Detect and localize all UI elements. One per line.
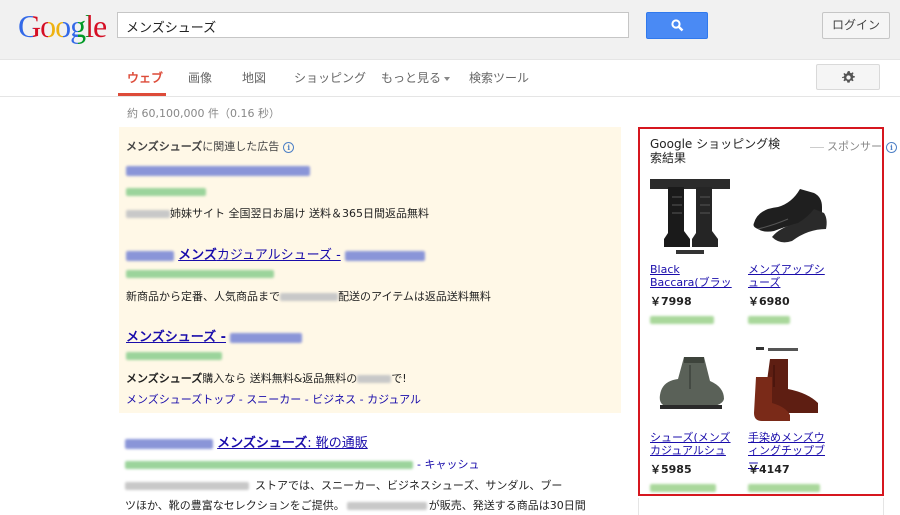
sponsor-divider xyxy=(810,146,824,148)
blurred-text xyxy=(357,375,392,383)
blurred-text xyxy=(126,165,310,176)
ad1-title[interactable] xyxy=(126,163,310,178)
tab-more-label: もっと見る xyxy=(381,71,442,85)
ads-header-query: メンズシューズ xyxy=(126,140,203,153)
blurred-text xyxy=(346,502,427,510)
login-button[interactable]: ログイン xyxy=(822,12,890,39)
ad3-desc-suffix: で! xyxy=(391,372,407,385)
top-bar: Google メンズシューズ ログイン xyxy=(0,0,900,60)
tab-search-tools[interactable]: 検索ツール xyxy=(469,69,529,86)
product-card[interactable]: シューズ(メンズカジュアルシュ ￥5985 xyxy=(650,347,738,497)
right-column-divider xyxy=(638,498,884,515)
product-price: ￥7998 xyxy=(650,295,692,308)
ad3-desc-mid: 購入なら 送料無料&返品無料の xyxy=(202,372,358,385)
product-price: ￥4147 xyxy=(748,463,790,476)
product-store xyxy=(748,315,790,326)
blurred-text xyxy=(126,270,274,278)
organic-desc-line1: ストアでは、スニーカー、ビジネスシューズ、サンダル、ブー xyxy=(125,477,562,493)
active-tab-indicator xyxy=(118,93,166,96)
product-image[interactable] xyxy=(748,179,828,257)
product-image[interactable] xyxy=(650,179,730,257)
blurred-text xyxy=(125,438,213,449)
ad3-desc: メンズシューズ購入なら 送料無料&返品無料の で! xyxy=(126,370,407,386)
blurred-text xyxy=(650,316,714,324)
product-card[interactable]: Black Baccara(ブラッ ￥7998 xyxy=(650,179,738,329)
product-store xyxy=(650,315,714,326)
ad1-url xyxy=(126,185,206,198)
sponsor-text: スポンサー xyxy=(827,140,882,153)
product-image[interactable] xyxy=(650,347,730,425)
blurred-text xyxy=(280,293,338,301)
result-stats: 約 60,100,000 件（0.16 秒） xyxy=(127,107,280,120)
tab-more[interactable]: もっと見る xyxy=(381,69,451,86)
blurred-text xyxy=(125,482,249,490)
ads-header: メンズシューズに関連した広告 i xyxy=(126,138,295,154)
product-price: ￥5985 xyxy=(650,463,692,476)
caret-down-icon xyxy=(444,76,451,81)
ad2-title-link[interactable]: メンズカジュアルシューズ - xyxy=(178,248,341,263)
info-icon[interactable]: i xyxy=(886,141,897,153)
product-image[interactable] xyxy=(748,347,828,425)
sponsor-label: スポンサー i xyxy=(810,138,897,154)
organic-result-link[interactable]: メンズシューズ: 靴の通販 xyxy=(217,436,368,451)
organic-result-url: - キャッシュ xyxy=(125,456,479,472)
tab-shopping[interactable]: ショッピング xyxy=(294,69,366,86)
ad2-desc: 新商品から定番、人気商品まで 配送のアイテムは返品送料無料 xyxy=(126,288,491,304)
settings-button[interactable] xyxy=(816,64,880,90)
ads-header-suffix: に関連した広告 xyxy=(202,140,280,153)
ad3-desc-bold: メンズシューズ xyxy=(126,372,203,385)
tab-images[interactable]: 画像 xyxy=(188,69,212,86)
ad3-sitelinks[interactable]: メンズシューズトップ - スニーカー - ビジネス - カジュアル xyxy=(126,391,421,407)
blurred-text xyxy=(126,250,174,261)
ad3-title-text: メンズシューズ - xyxy=(126,330,227,345)
ad3-title[interactable]: メンズシューズ - xyxy=(126,326,303,345)
blurred-text xyxy=(125,461,413,469)
product-price: ￥6980 xyxy=(748,295,790,308)
ad2-desc-prefix: 新商品から定番、人気商品まで xyxy=(126,290,280,303)
info-icon[interactable]: i xyxy=(283,141,295,153)
product-store xyxy=(650,483,716,494)
blurred-text xyxy=(126,210,170,218)
search-button[interactable] xyxy=(646,12,708,39)
ad2-title-bold: メンズ xyxy=(178,248,217,263)
blurred-text xyxy=(126,188,206,196)
blurred-text xyxy=(748,484,820,492)
google-logo[interactable]: Google xyxy=(18,8,107,45)
product-name[interactable]: メンズアップシューズ xyxy=(748,263,834,289)
organic-title-rest: : 靴の通販 xyxy=(307,436,368,451)
cache-link[interactable]: - キャッシュ xyxy=(417,458,479,471)
ad2-desc-suffix: 配送のアイテムは返品送料無料 xyxy=(338,290,491,303)
ad2-title[interactable]: メンズカジュアルシューズ - xyxy=(126,244,425,263)
ads-section: メンズシューズに関連した広告 i 姉妹サイト 全国翌日お届け 送料＆365日間返品… xyxy=(119,127,621,413)
product-card[interactable]: メンズアップシューズ ￥6980 xyxy=(748,179,836,329)
shopping-panel: Google ショッピング検索結果 スポンサー i Black Baccara(ブ… xyxy=(638,127,897,497)
product-store xyxy=(748,483,820,494)
blurred-text xyxy=(748,316,790,324)
blurred-text xyxy=(126,352,222,360)
gear-icon xyxy=(842,70,855,83)
shopping-title[interactable]: Google ショッピング検索結果 xyxy=(650,137,790,165)
ad2-url xyxy=(126,267,274,280)
organic-title-bold: メンズシューズ xyxy=(217,436,308,451)
search-input[interactable]: メンズシューズ xyxy=(117,12,629,38)
blurred-text xyxy=(344,250,425,261)
ad2-title-rest: カジュアルシューズ - xyxy=(216,248,341,263)
tab-web[interactable]: ウェブ xyxy=(127,69,163,86)
blurred-text xyxy=(650,484,716,492)
ad3-title-link[interactable]: メンズシューズ - xyxy=(126,330,226,345)
organic-desc1: ストアでは、スニーカー、ビジネスシューズ、サンダル、ブー xyxy=(255,479,563,492)
organic-desc-line2: ツほか、靴の豊富なセレクションをご提供。 が販売、発送する商品は30日間 xyxy=(125,497,586,513)
ad3-url xyxy=(126,349,222,362)
ad1-desc-text: 姉妹サイト 全国翌日お届け 送料＆365日間返品無料 xyxy=(170,207,429,220)
tab-maps[interactable]: 地図 xyxy=(242,69,266,86)
product-card[interactable]: 手染めメンズウィングチップブー ￥4147 xyxy=(748,347,836,497)
blurred-text xyxy=(230,332,303,343)
organic-result-title[interactable]: メンズシューズ: 靴の通販 xyxy=(125,432,368,451)
product-name[interactable]: Black Baccara(ブラッ xyxy=(650,263,736,289)
organic-desc2-suffix: が販売、発送する商品は30日間 xyxy=(428,499,586,512)
product-name[interactable]: シューズ(メンズカジュアルシュ xyxy=(650,431,736,457)
organic-desc2-prefix: ツほか、靴の豊富なセレクションをご提供。 xyxy=(125,499,345,512)
ad1-desc: 姉妹サイト 全国翌日お届け 送料＆365日間返品無料 xyxy=(126,205,429,221)
search-icon xyxy=(671,19,684,32)
